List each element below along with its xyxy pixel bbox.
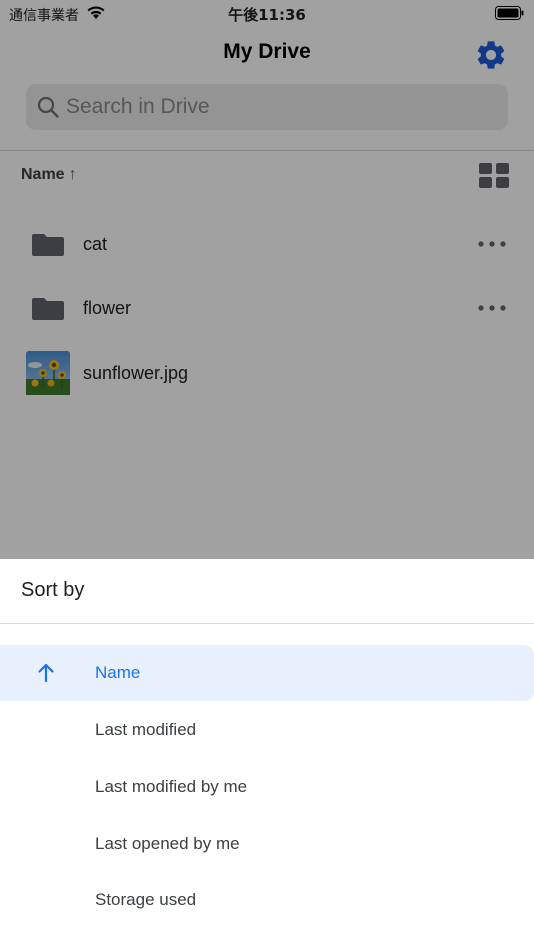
modal-scrim[interactable]	[0, 0, 534, 560]
sort-option-name[interactable]: Name	[0, 645, 534, 701]
sort-option-label: Last modified	[95, 720, 197, 739]
sort-option-label: Storage used	[95, 890, 197, 909]
sort-option-label: Name	[95, 663, 141, 682]
sort-option-storage-used[interactable]: Storage used	[0, 872, 534, 928]
sort-option-label: Last opened by me	[95, 834, 240, 853]
sort-option-last-modified-by-me[interactable]: Last modified by me	[0, 759, 534, 815]
arrow-up-icon	[38, 663, 54, 683]
sort-sheet: Sort by Name Last modified Last modified…	[0, 559, 534, 950]
sheet-divider	[0, 623, 534, 624]
sheet-title: Sort by	[21, 579, 85, 601]
sort-option-last-opened-by-me[interactable]: Last opened by me	[0, 816, 534, 872]
sort-option-last-modified[interactable]: Last modified	[0, 702, 534, 758]
sort-option-label: Last modified by me	[95, 777, 248, 796]
